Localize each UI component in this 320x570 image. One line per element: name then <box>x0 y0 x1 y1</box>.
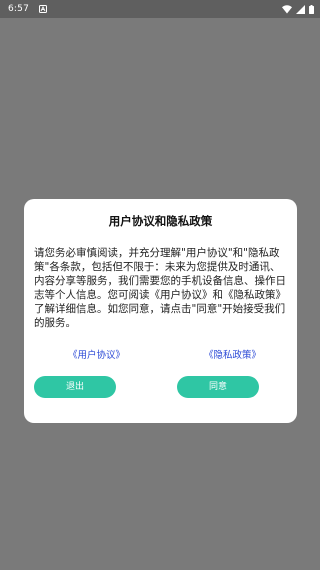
signal-icon <box>296 4 305 14</box>
notification-icon <box>39 5 48 13</box>
privacy-dialog: 用户协议和隐私政策 请您务必审慎阅读，并充分理解"用户协议"和"隐私政策"各条款… <box>24 199 297 423</box>
dialog-title: 用户协议和隐私政策 <box>108 214 213 228</box>
status-icons <box>282 4 314 14</box>
exit-button[interactable]: 退出 <box>34 376 116 398</box>
agree-button[interactable]: 同意 <box>177 376 259 398</box>
user-agreement-link[interactable]: 《用户协议》 <box>68 347 125 361</box>
battery-icon <box>309 4 314 14</box>
status-time: 6:57 <box>8 4 30 14</box>
dialog-body-text: 请您务必审慎阅读，并充分理解"用户协议"和"隐私政策"各条款，包括但不限于：未来… <box>34 247 286 329</box>
privacy-policy-link[interactable]: 《隐私政策》 <box>204 347 261 361</box>
wifi-icon <box>282 4 292 14</box>
status-bar: 6:57 <box>0 0 320 18</box>
